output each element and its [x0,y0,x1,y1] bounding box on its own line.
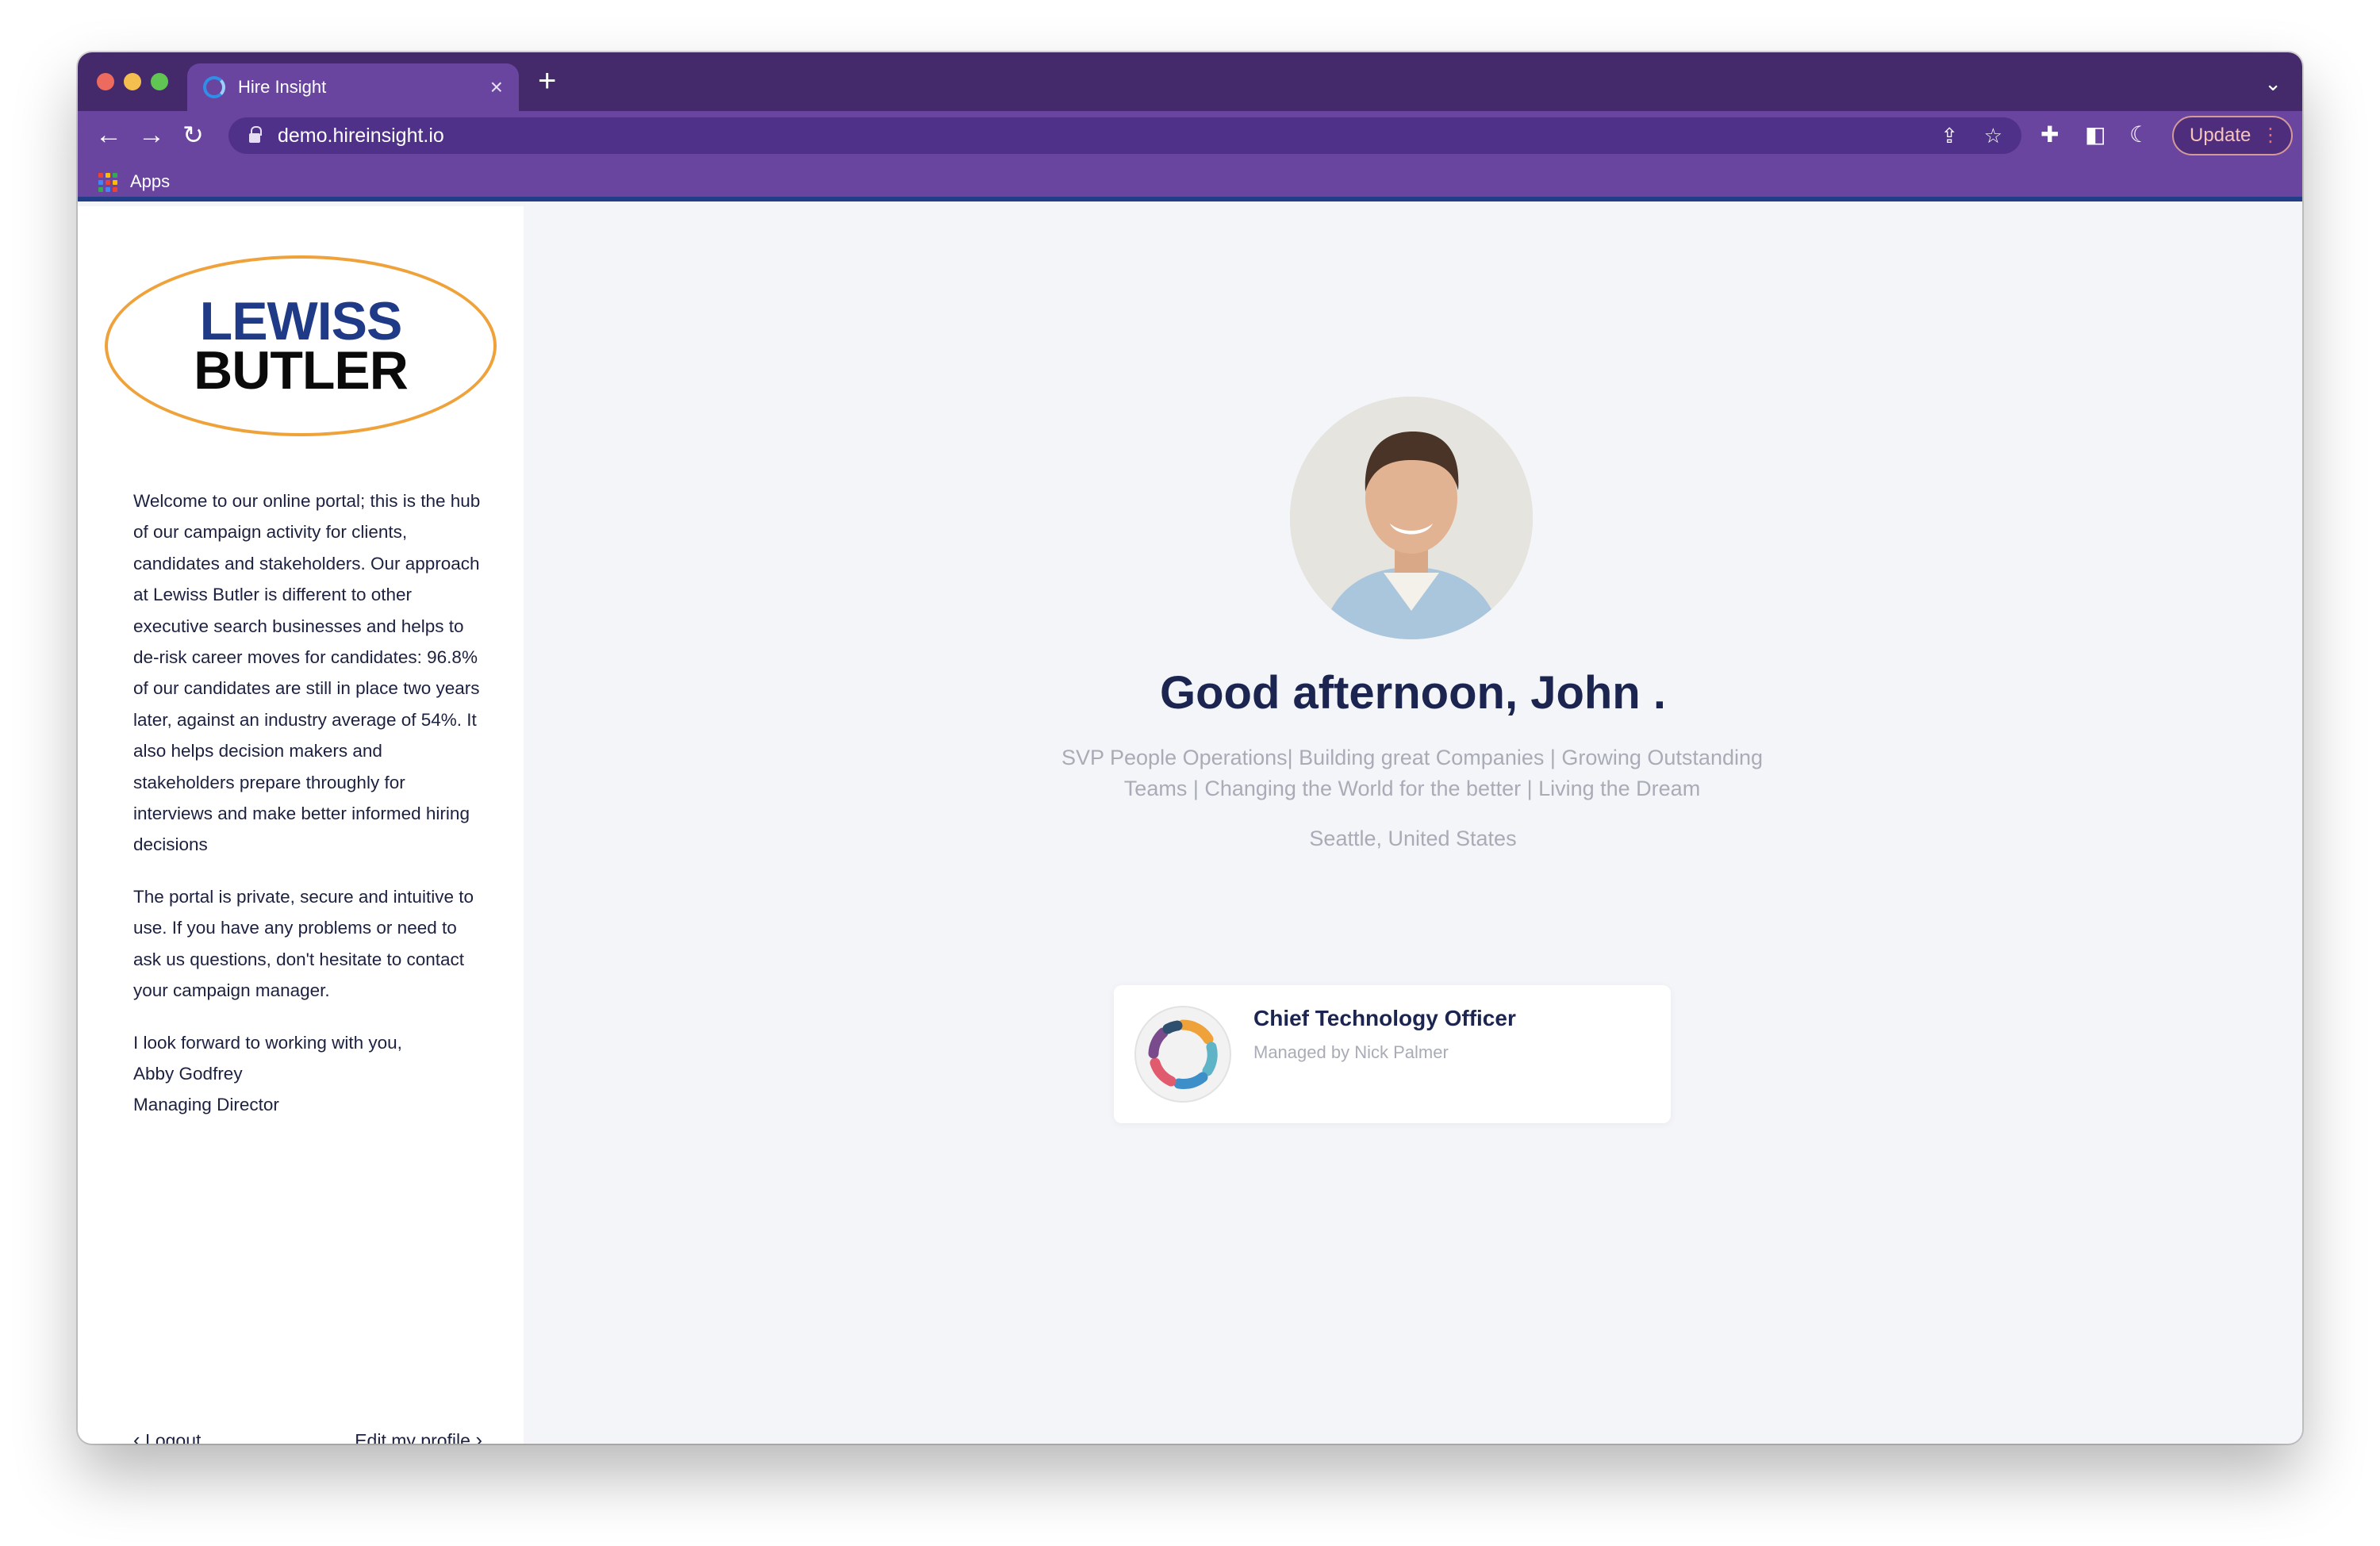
hire-insight-favicon-icon [203,76,225,98]
close-window-button[interactable] [97,73,114,90]
signoff-name: Abby Godfrey [133,1063,243,1084]
reload-icon[interactable]: ↻ [182,119,204,151]
profile-headline: SVP People Operations| Building great Co… [1061,746,1764,800]
bookmarks-bar: Apps [78,160,2302,201]
intro-paragraph: Welcome to our online portal; this is th… [133,491,481,855]
greeting-heading: Good afternoon, John . [1160,667,1666,719]
maximize-window-button[interactable] [151,73,168,90]
update-button[interactable]: Update ⋮ [2172,116,2293,155]
campaign-title: Chief Technology Officer [1253,1006,1516,1030]
chevron-right-icon: › [475,1428,482,1444]
tab-strip: Hire Insight × + ⌄ [78,52,2302,111]
edit-profile-label: Edit my profile [355,1430,470,1444]
profile-photo [1290,397,1533,639]
edit-profile-link[interactable]: Edit my profile › [355,1428,482,1444]
lock-icon[interactable] [249,126,262,143]
forward-arrow-icon[interactable]: → [138,119,165,151]
url-text: demo.hireinsight.io [278,124,444,147]
menu-dots-icon: ⋮ [2261,125,2280,146]
address-bar[interactable]: demo.hireinsight.io ⇪ ☆ [228,117,2021,154]
apps-grid-icon[interactable] [98,173,117,192]
new-tab-icon[interactable]: + [538,65,556,97]
lewiss-butler-logo: LEWISS BUTLER [105,255,497,436]
update-label: Update [2190,125,2251,146]
profile-location: Seattle, United States [1309,827,1517,850]
circular-arrows-icon [1148,1019,1218,1090]
campaign-manager: Managed by Nick Palmer [1253,1042,1449,1062]
tab-title: Hire Insight [238,77,327,97]
side-panel-icon[interactable]: ◧ [2085,121,2106,149]
share-icon[interactable]: ⇪ [1940,124,1958,148]
browser-tab[interactable]: Hire Insight × [187,63,519,111]
avatar [1290,397,1533,639]
bookmark-star-icon[interactable]: ☆ [1984,124,2002,148]
chevron-left-icon: ‹ [133,1428,140,1444]
logo-line-1: LEWISS [199,291,403,351]
bookmark-apps[interactable]: Apps [130,171,170,192]
tab-search-chevron-icon[interactable]: ⌄ [2264,71,2282,96]
campaign-card[interactable]: Chief Technology Officer Managed by Nick… [1114,985,1671,1123]
sidebar-footer: ‹ Logout Edit my profile › [133,1428,482,1444]
signoff-title: Managing Director [133,1095,279,1115]
extensions-puzzle-icon[interactable]: ✚ [2040,121,2059,149]
minimize-window-button[interactable] [124,73,141,90]
main-content: Good afternoon, John . SVP People Operat… [524,206,2302,1444]
browser-toolbar: ← → ↻ demo.hireinsight.io ⇪ ☆ ✚ ◧ ☾ Upda… [78,111,2302,160]
back-arrow-icon[interactable]: ← [95,119,122,151]
signoff: I look forward to working with you, Abby… [133,1027,482,1121]
extension-icon[interactable]: ☾ [2129,121,2149,149]
sidebar: LEWISS BUTLER Welcome to our online port… [78,206,524,1444]
signoff-line: I look forward to working with you, [133,1032,402,1053]
logo-line-2: BUTLER [194,340,409,401]
company-logo [1134,1006,1231,1103]
logout-link[interactable]: ‹ Logout [133,1428,201,1444]
welcome-text: Welcome to our online portal; this is th… [133,485,482,1141]
browser-window: Hire Insight × + ⌄ ← → ↻ demo.hireinsigh… [78,52,2302,1444]
intro-paragraph: The portal is private, secure and intuit… [133,886,474,1001]
close-tab-icon[interactable]: × [490,76,503,98]
logout-label: Logout [145,1430,202,1444]
